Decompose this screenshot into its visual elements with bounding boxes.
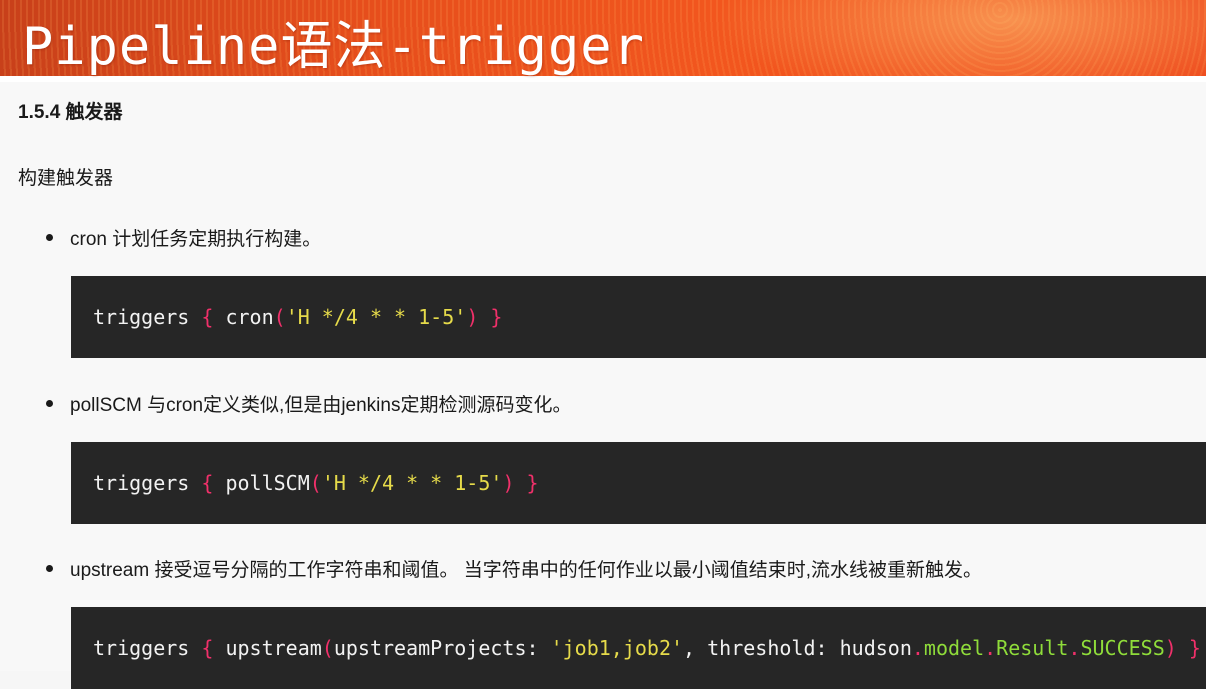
code-dot: . (984, 636, 997, 660)
code-string: 'job1,job2' (550, 636, 684, 660)
code-block: triggers { cron('H */4 * * 1-5') } (71, 276, 1206, 358)
code-block: triggers { upstream(upstreamProjects: 'j… (71, 607, 1206, 689)
code-brace-close: } (1188, 636, 1201, 660)
section-heading: 1.5.4 触发器 (18, 102, 123, 123)
code-keyword: triggers (93, 471, 190, 495)
document-body: 1.5.4 触发器 构建触发器 cron 计划任务定期执行构建。 trigger… (0, 82, 1206, 689)
code-object: hudson (839, 636, 912, 660)
code-param: threshold: (707, 636, 828, 660)
code-member: SUCCESS (1080, 636, 1165, 660)
list-item-text: upstream 接受逗号分隔的工作字符串和阈值。 当字符串中的任何作业以最小阈… (70, 560, 983, 581)
bullet-icon (46, 565, 53, 573)
code-keyword: triggers (93, 636, 190, 660)
code-paren-close: ) (1164, 636, 1177, 660)
code-brace-open: { (201, 636, 214, 660)
code-paren-open: ( (309, 471, 322, 495)
code-brace-close: } (526, 471, 539, 495)
code-paren-close: ) (502, 471, 515, 495)
code-paren-close: ) (466, 305, 479, 329)
code-string: 'H */4 * * 1-5' (285, 305, 467, 329)
code-function: cron (225, 305, 274, 329)
code-dot: . (911, 636, 924, 660)
code-member: model (923, 636, 985, 660)
list-item: upstream 接受逗号分隔的工作字符串和阈值。 当字符串中的任何作业以最小阈… (46, 555, 1186, 582)
code-brace-close: } (490, 305, 503, 329)
code-paren-open: ( (273, 305, 286, 329)
bullet-icon (46, 400, 53, 408)
list-item: cron 计划任务定期执行构建。 (46, 224, 1186, 251)
code-block: triggers { pollSCM('H */4 * * 1-5') } (71, 442, 1206, 524)
list-item-text: pollSCM 与cron定义类似,但是由jenkins定期检测源码变化。 (70, 395, 572, 416)
code-param: upstreamProjects: (333, 636, 539, 660)
code-brace-open: { (201, 471, 214, 495)
list-item: pollSCM 与cron定义类似,但是由jenkins定期检测源码变化。 (46, 390, 1186, 417)
code-dot: . (1068, 636, 1081, 660)
code-function: pollSCM (225, 471, 310, 495)
code-function: upstream (225, 636, 322, 660)
code-comma: , (683, 636, 696, 660)
title-banner: Pipeline语法-trigger (0, 0, 1206, 82)
bullet-icon (46, 234, 53, 242)
code-brace-open: { (201, 305, 214, 329)
intro-text: 构建触发器 (18, 168, 114, 189)
code-member: Result (996, 636, 1069, 660)
code-keyword: triggers (93, 305, 190, 329)
code-string: 'H */4 * * 1-5' (321, 471, 503, 495)
list-item-text: cron 计划任务定期执行构建。 (70, 229, 322, 250)
slide-title: Pipeline语法-trigger (22, 17, 645, 77)
code-paren-open: ( (321, 636, 334, 660)
